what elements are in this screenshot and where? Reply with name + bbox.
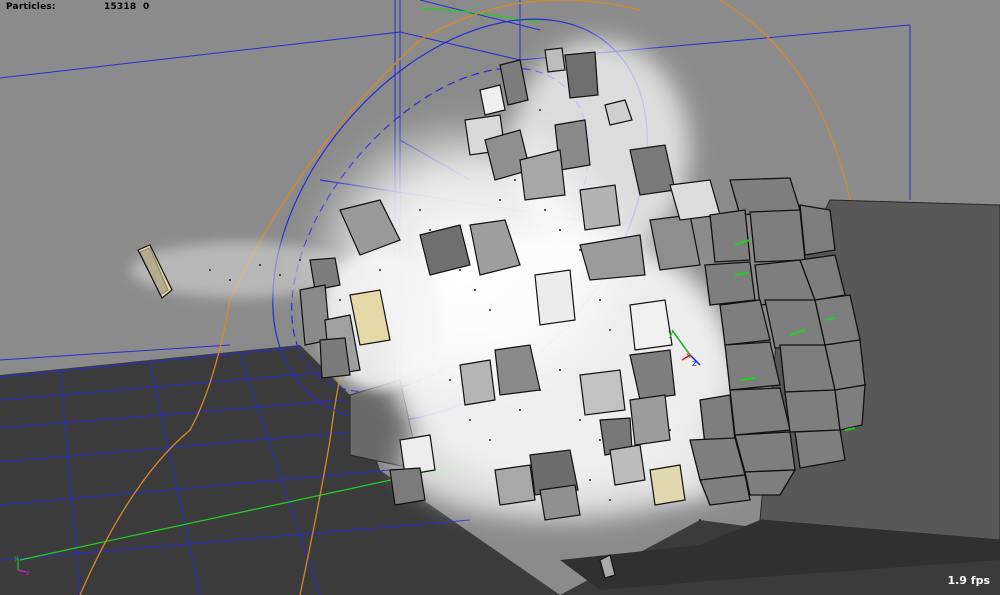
debris-chunk (319, 337, 351, 379)
debris-chunk (629, 394, 671, 446)
debris-chunk (609, 444, 646, 486)
particles-extra-count: 0 (143, 2, 150, 12)
debris-chunk (534, 269, 576, 326)
gizmo-z-label: z (26, 569, 30, 576)
fps-readout: 1.9 fps (947, 574, 990, 587)
particles-label: Particles: (6, 2, 56, 12)
debris-chunk (629, 299, 673, 351)
3d-viewport[interactable]: y z x Particles: 15318 0 y z 1.9 fps (0, 0, 1000, 595)
debris-chunk (494, 464, 536, 506)
gizmo-y-label: y (14, 554, 18, 562)
particles-count: 15318 (104, 2, 137, 12)
scene-canvas[interactable]: y z x (0, 0, 1000, 595)
axis-gizmo-icon: y z (14, 554, 30, 576)
debris-chunk (544, 47, 566, 73)
debris-chunk (579, 369, 626, 416)
debris-chunk (459, 359, 496, 406)
debris-chunk (579, 184, 621, 231)
debris-chunk (539, 484, 581, 521)
manip-y-label: y (668, 329, 674, 339)
debris-chunk (299, 284, 331, 346)
debris-chunk (564, 51, 599, 99)
manip-z-label: z (692, 359, 697, 369)
debris-chunk (479, 84, 506, 116)
manip-x-label: x (686, 351, 691, 360)
debris-chunk (649, 464, 686, 506)
debris-chunk (389, 467, 426, 506)
